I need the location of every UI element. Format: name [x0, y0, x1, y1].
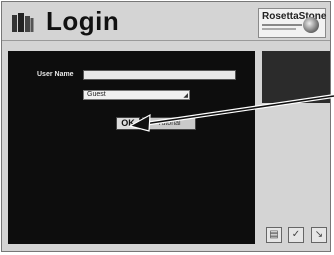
ok-button[interactable]: OK: [116, 117, 140, 130]
username-input[interactable]: [83, 70, 236, 80]
resize-handle-icon: ◢: [183, 93, 188, 99]
globe-icon: [303, 17, 319, 33]
brand-logo: RosettaStone: [258, 8, 326, 38]
header: Login RosettaStone: [2, 2, 330, 41]
username-label: User Name: [37, 71, 74, 78]
settings-icon[interactable]: ▤: [266, 227, 282, 243]
exit-icon[interactable]: ↘: [311, 227, 327, 243]
help-icon[interactable]: ✓: [288, 227, 304, 243]
books-icon: [12, 13, 34, 32]
login-panel: User Name Guest ◢ OK Tutorial: [8, 51, 255, 244]
password-value: Guest: [87, 91, 106, 98]
side-panel: [262, 51, 330, 103]
password-field[interactable]: Guest ◢: [83, 90, 190, 100]
tutorial-button[interactable]: Tutorial: [142, 117, 196, 130]
page-title: Login: [46, 6, 120, 36]
